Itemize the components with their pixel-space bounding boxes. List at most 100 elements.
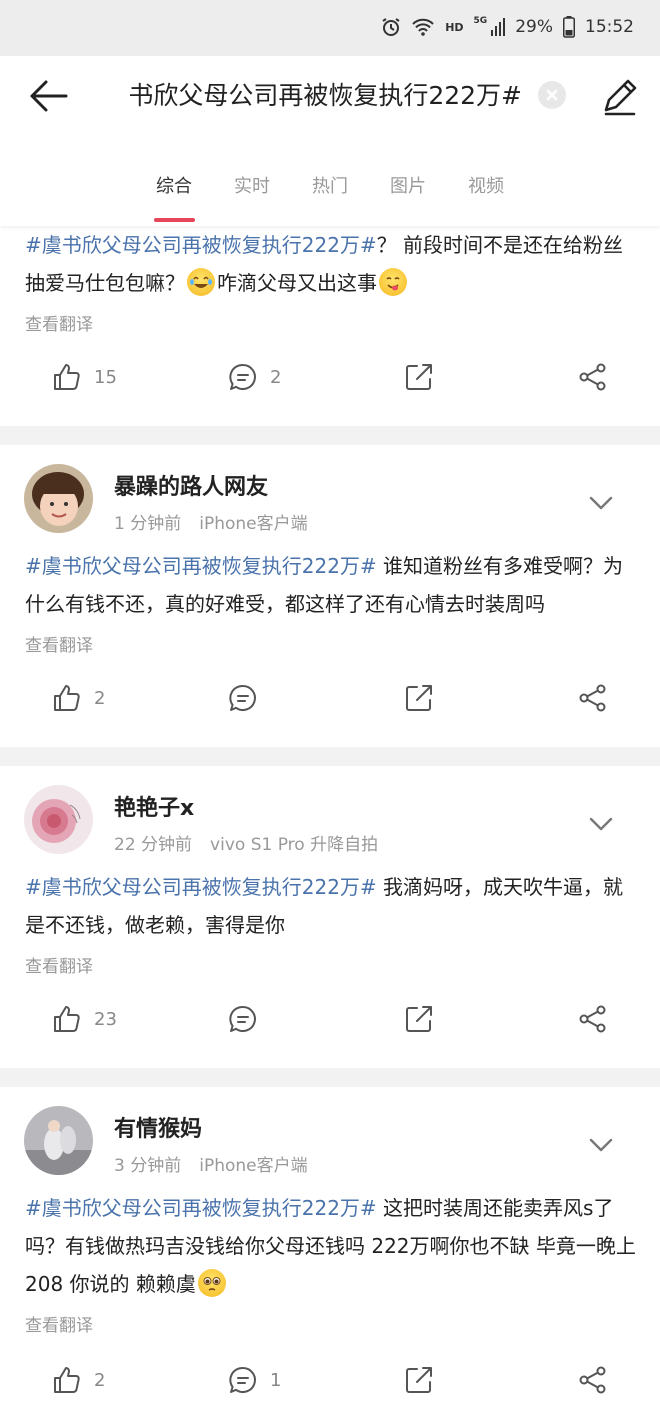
chevron-down-icon[interactable] [588, 816, 614, 832]
like-button[interactable]: 15 [52, 362, 117, 392]
post-card-4[interactable]: 有情猴妈 3 分钟前 iPhone客户端 #虞书欣父母公司再被恢复执行222万# … [0, 1087, 660, 1416]
card-divider [0, 1068, 660, 1087]
translate-link[interactable]: 查看翻译 [25, 631, 93, 656]
post-time: 1 分钟前 [114, 514, 182, 534]
like-button[interactable]: 23 [52, 1004, 117, 1034]
like-icon [54, 1006, 80, 1032]
post-actions: 2 1 [0, 1365, 660, 1405]
repost-icon [406, 364, 432, 390]
post-actions: 2 [0, 683, 660, 723]
like-icon [54, 685, 80, 711]
clear-icon[interactable] [538, 81, 566, 109]
share-icon [579, 1366, 606, 1394]
comment-icon [229, 1367, 256, 1393]
repost-icon [406, 685, 432, 711]
translate-link[interactable]: 查看翻译 [25, 1311, 93, 1336]
post-actions: 15 2 [0, 362, 660, 402]
share-icon [579, 1005, 606, 1033]
hashtag-link[interactable]: #虞书欣父母公司再被恢复执行222万# [25, 233, 377, 257]
post-meta: 1 分钟前 iPhone客户端 [114, 509, 308, 534]
signal-icon [491, 18, 506, 36]
post-text: #虞书欣父母公司再被恢复执行222万#？ 前段时间不是还在给粉丝抽爱马仕包包嘛？… [25, 233, 624, 296]
comment-count: 2 [270, 366, 282, 388]
comment-button[interactable]: 2 [228, 362, 281, 392]
post-source: iPhone客户端 [199, 514, 308, 534]
clock: 15:52 [585, 17, 634, 37]
comment-button[interactable] [228, 683, 270, 713]
chevron-down-icon[interactable] [588, 495, 614, 511]
repost-button[interactable] [404, 1365, 434, 1395]
edit-pencil-icon[interactable] [598, 74, 642, 118]
comment-icon [229, 685, 256, 711]
card-divider [0, 747, 660, 766]
pleading-face-emoji-icon [197, 1269, 226, 1297]
like-count: 23 [94, 1008, 117, 1030]
like-icon [54, 364, 80, 390]
post-meta: 22 分钟前 vivo S1 Pro 升降自拍 [114, 830, 378, 855]
avatar[interactable] [24, 464, 93, 533]
comment-button[interactable]: 1 [228, 1365, 281, 1395]
like-icon [54, 1367, 80, 1393]
like-button[interactable]: 2 [52, 1365, 105, 1395]
active-tab-indicator [154, 218, 195, 222]
hashtag-link[interactable]: #虞书欣父母公司再被恢复执行222万# [25, 875, 377, 899]
tab-comprehensive[interactable]: 综合 [144, 172, 204, 198]
avatar[interactable] [24, 785, 93, 854]
post-source: vivo S1 Pro 升降自拍 [210, 835, 379, 855]
share-button[interactable] [578, 362, 608, 392]
tab-videos[interactable]: 视频 [456, 172, 516, 198]
post-meta: 3 分钟前 iPhone客户端 [114, 1151, 308, 1176]
username[interactable]: 艳艳子x [114, 790, 194, 822]
battery-percent: 29% [515, 17, 553, 37]
username[interactable]: 有情猴妈 [114, 1111, 202, 1143]
post-card-3[interactable]: 艳艳子x 22 分钟前 vivo S1 Pro 升降自拍 #虞书欣父母公司再被恢复… [0, 766, 660, 1068]
hashtag-link[interactable]: #虞书欣父母公司再被恢复执行222万# [25, 554, 377, 578]
battery-icon [563, 16, 575, 38]
avatar[interactable] [24, 1106, 93, 1175]
post-card-1[interactable]: #虞书欣父母公司再被恢复执行222万#？ 前段时间不是还在给粉丝抽爱马仕包包嘛？… [0, 226, 660, 426]
share-button[interactable] [578, 1365, 608, 1395]
share-button[interactable] [578, 1004, 608, 1034]
repost-icon [406, 1367, 432, 1393]
hashtag-link[interactable]: #虞书欣父母公司再被恢复执行222万# [25, 1196, 377, 1220]
post-actions: 23 [0, 1004, 660, 1044]
card-divider [0, 426, 660, 445]
repost-button[interactable] [404, 683, 434, 713]
chevron-down-icon[interactable] [588, 1137, 614, 1153]
yum-emoji-icon [379, 268, 407, 296]
laugh-crying-emoji-icon [187, 268, 215, 296]
signal-type: 5G [473, 16, 488, 26]
share-icon [579, 684, 606, 712]
tab-hot[interactable]: 热门 [300, 172, 360, 198]
post-time: 3 分钟前 [114, 1156, 182, 1176]
like-count: 2 [94, 1369, 106, 1391]
repost-button[interactable] [404, 1004, 434, 1034]
comment-icon [229, 1006, 256, 1032]
back-arrow-icon[interactable] [26, 74, 70, 118]
share-icon [579, 363, 606, 391]
username[interactable]: 暴躁的路人网友 [114, 469, 268, 501]
status-bar: HD 5G 29% 15:52 [0, 0, 660, 56]
network-type: HD [445, 20, 464, 34]
like-count: 2 [94, 687, 106, 709]
repost-icon [406, 1006, 432, 1032]
post-source: iPhone客户端 [199, 1156, 308, 1176]
comment-icon [229, 364, 256, 390]
share-button[interactable] [578, 683, 608, 713]
comment-button[interactable] [228, 1004, 270, 1034]
translate-link[interactable]: 查看翻译 [25, 310, 93, 335]
filter-tabs: 综合 实时 热门 图片 视频 [0, 136, 660, 226]
like-count: 15 [94, 366, 117, 388]
search-query[interactable]: #虞书欣父母公司再被恢复执行222万# [130, 76, 522, 116]
like-button[interactable]: 2 [52, 683, 105, 713]
post-text: #虞书欣父母公司再被恢复执行222万# 这把时装周还能卖弄风s了吗？有钱做热玛吉… [25, 1196, 636, 1297]
tab-realtime[interactable]: 实时 [222, 172, 282, 198]
translate-link[interactable]: 查看翻译 [25, 952, 93, 977]
repost-button[interactable] [404, 362, 434, 392]
comment-count: 1 [270, 1369, 282, 1391]
post-text: #虞书欣父母公司再被恢复执行222万# 我滴妈呀，成天吹牛逼，就是不还钱，做老赖… [25, 875, 624, 937]
alarm-icon [382, 18, 400, 36]
tab-images[interactable]: 图片 [378, 172, 438, 198]
wifi-icon [412, 18, 434, 36]
post-card-2[interactable]: 暴躁的路人网友 1 分钟前 iPhone客户端 #虞书欣父母公司再被恢复执行222… [0, 445, 660, 747]
